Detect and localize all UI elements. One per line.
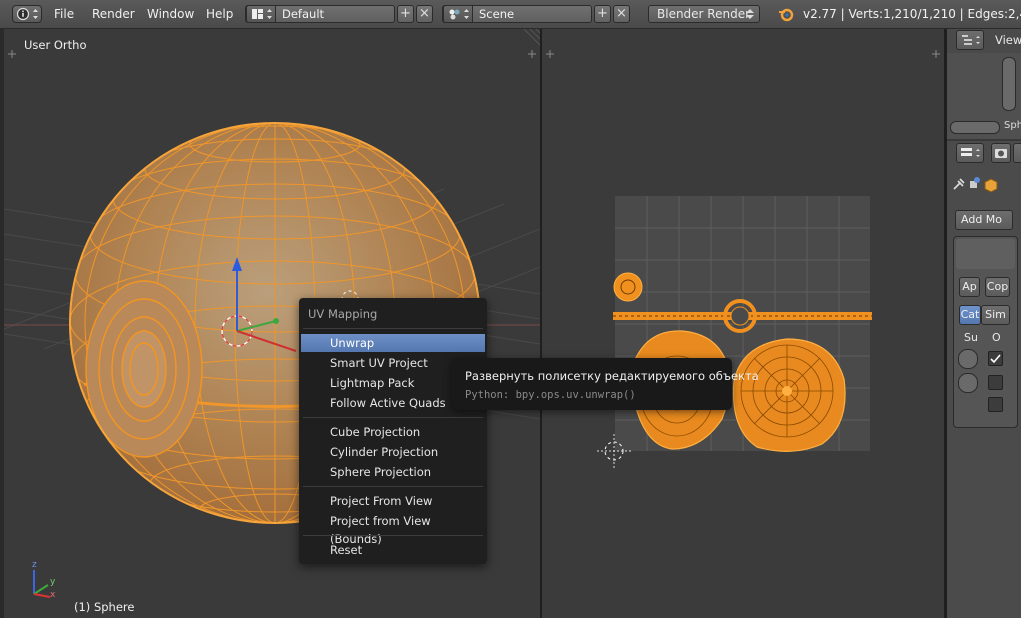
pin-icon [953,178,965,190]
menu-item-cube-projection[interactable]: Cube Projection [301,423,485,441]
area-split-handle-icon[interactable] [523,29,540,46]
simple-subdivision-button[interactable]: Sim [981,305,1010,325]
use-opensubdiv-checkbox[interactable] [988,397,1003,412]
menu-file[interactable]: File [54,7,74,21]
screen-layout-dropdown[interactable] [246,5,276,23]
scene-tab-button[interactable] [1013,143,1021,163]
subdivisions-column-label: Su [964,331,978,344]
simple-label: Sim [985,308,1006,321]
unwrap-tooltip: Развернуть полисетку редактируемого объе… [452,358,759,410]
editor-type-info-button[interactable] [12,5,42,23]
menu-item-unwrap[interactable]: Unwrap [301,334,485,352]
menu-separator [303,328,483,329]
chevron-updown-icon [746,9,754,19]
tooltip-description: Развернуть полисетку редактируемого объе… [465,369,759,383]
uv-mapping-menu[interactable]: UV Mapping Unwrap Smart UV Project Light… [299,298,487,564]
outliner-editor-type-button[interactable] [956,30,984,50]
menu-item-project-from-view-bounds[interactable]: Project from View (Bounds) [301,512,485,546]
outliner[interactable]: View Sph [947,29,1021,139]
axis-y-label: y [50,577,56,587]
uv-editor-canvas[interactable] [542,29,944,618]
catmull-clark-button[interactable]: Cat [959,305,981,325]
menu-window[interactable]: Window [147,7,194,21]
remove-scene-button[interactable]: × [613,5,630,23]
menu-item-cylinder-projection[interactable]: Cylinder Projection [301,443,485,461]
screen-layout-name: Default [282,7,325,21]
orientation-gizmo [33,570,51,598]
menu-item-project-from-view[interactable]: Project From View [301,492,485,510]
outliner-list[interactable]: Sph [947,53,1021,139]
remove-layout-button[interactable]: × [416,5,433,23]
outliner-scrollbar[interactable] [1002,57,1016,111]
uv-button-ring-inner [730,306,750,326]
modifier-header [956,239,1015,269]
menu-item-reset[interactable]: Reset [301,541,485,559]
add-modifier-dropdown[interactable]: Add Mo [955,210,1013,230]
menu-separator [303,417,483,418]
copy-modifier-button[interactable]: Cop [985,277,1010,297]
render-tab-button[interactable] [991,143,1011,163]
properties-context-icons [953,177,998,193]
outliner-icon [962,35,980,45]
scene-name: Scene [479,7,515,21]
menu-item-sphere-projection[interactable]: Sphere Projection [301,463,485,481]
add-layout-button[interactable]: + [397,5,414,23]
menu-separator [303,535,483,536]
properties-editor-type-button[interactable] [956,143,984,163]
info-icon [16,7,38,21]
screen-layout-field[interactable]: Default [245,5,395,23]
menu-help[interactable]: Help [206,7,233,21]
scene-icon [449,9,469,20]
camera-icon [995,149,1007,158]
scene-statistics: v2.77 | Verts:1,210/1,210 | Edges:2,448/… [803,7,1021,21]
apply-label: Ap [962,280,977,293]
uv-pole-vertex [782,386,792,396]
outliner-h-scrollbar[interactable] [950,121,1000,134]
uv-island-small[interactable] [613,272,643,302]
modifier-panel[interactable]: Ap Cop Cat Sim Su O [953,236,1018,428]
object-name-label: (1) Sphere [74,600,135,614]
blender-logo-icon [779,8,794,22]
copy-label: Cop [986,280,1009,293]
tooltip-python-path: Python: bpy.ops.uv.unwrap() [465,389,636,401]
uv-image-editor[interactable] [542,29,944,618]
apply-modifier-button[interactable]: Ap [959,277,980,297]
axis-x-label: x [50,590,56,600]
view-levels-field[interactable] [958,349,978,369]
optimal-display-checkbox[interactable] [988,375,1003,390]
render-levels-field[interactable] [958,373,978,393]
checkmark-icon [990,354,1001,364]
outliner-item-sphere[interactable]: Sph [1004,120,1021,131]
add-modifier-label: Add Mo [961,213,1003,226]
menu-separator [303,486,483,487]
catmull-label: Cat [960,308,980,321]
render-engine-label: Blender Render [657,7,751,21]
sphere-button-loop [85,280,203,458]
properties-icon [961,148,980,157]
corner-resize-icons[interactable] [8,50,536,58]
menu-render[interactable]: Render [92,7,135,21]
uv-corner-resize-icons[interactable] [546,50,940,58]
info-header: File Render Window Help Default + × Scen… [0,0,1021,29]
layout-icon [252,9,272,19]
subdivide-uvs-checkbox[interactable] [988,351,1003,366]
scene-dropdown[interactable] [443,5,473,23]
options-column-label: O [992,331,1001,344]
axis-z-label: z [32,560,37,570]
y-handle-icon[interactable] [273,318,279,324]
modifier-cube-icon [984,178,998,193]
properties-editor[interactable]: Add Mo Ap Cop Cat Sim Su O [947,141,1021,618]
view-label: User Ortho [24,38,87,52]
outliner-view-menu[interactable]: View [995,33,1021,47]
render-engine-dropdown[interactable]: Blender Render [648,5,760,23]
uv-mapping-menu-title: UV Mapping [308,307,378,321]
add-scene-button[interactable]: + [594,5,611,23]
scene-field[interactable]: Scene [442,5,592,23]
